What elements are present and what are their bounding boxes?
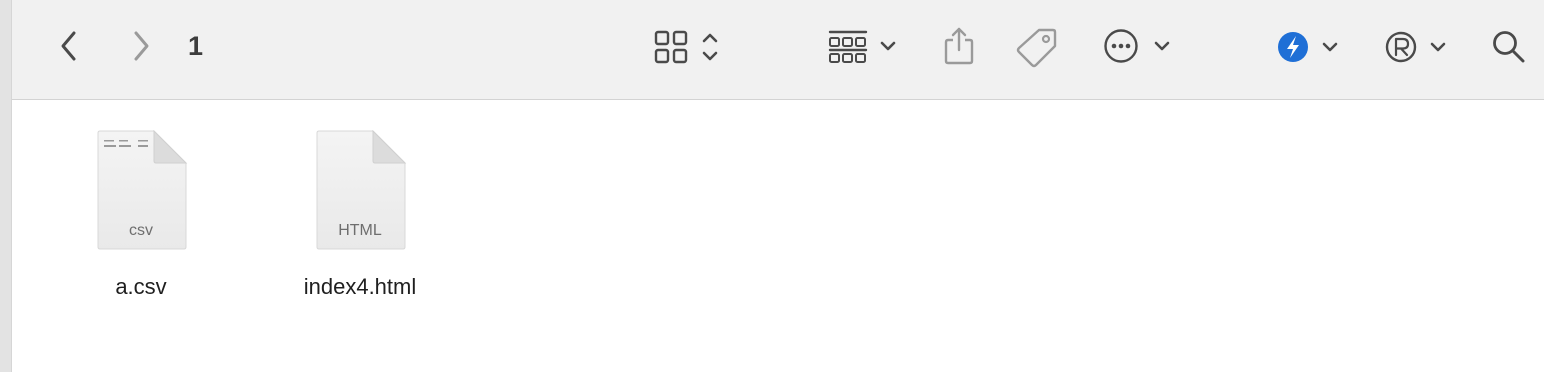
view-mode-button[interactable] — [648, 26, 728, 68]
group-by-button[interactable] — [824, 26, 904, 68]
file-browser-content: csv a.csv HTML index4.html — [12, 100, 1544, 372]
file-type-label: HTML — [338, 222, 382, 239]
back-button[interactable] — [50, 26, 88, 66]
chevron-right-icon — [134, 31, 149, 61]
csv-file-icon: csv — [94, 130, 188, 252]
search-button[interactable] — [1488, 26, 1530, 68]
chevron-left-icon — [61, 31, 76, 61]
forward-button[interactable] — [122, 26, 160, 66]
group-by-icon — [828, 30, 896, 63]
window-title: 1 — [188, 31, 204, 61]
tags-button[interactable] — [1014, 24, 1060, 70]
file-item-index4-html[interactable]: HTML index4.html — [280, 130, 440, 300]
r-circle-icon — [1385, 31, 1446, 63]
file-type-label: csv — [129, 222, 153, 239]
extension-r-button[interactable] — [1384, 26, 1460, 68]
window-left-edge — [0, 0, 12, 372]
file-name: index4.html — [303, 274, 417, 299]
actions-button[interactable] — [1100, 24, 1182, 68]
file-item-a-csv[interactable]: csv a.csv — [61, 130, 221, 300]
bolt-icon — [1278, 32, 1338, 62]
grid-view-icon — [654, 30, 718, 64]
html-file-icon: HTML — [313, 130, 407, 252]
more-actions-icon — [1104, 29, 1170, 63]
tag-icon — [1016, 28, 1057, 68]
finder-window: 1 csv a.csv HTML index4.html — [0, 0, 1544, 372]
extension-bolt-button[interactable] — [1276, 26, 1352, 68]
share-button[interactable] — [938, 24, 980, 68]
toolbar: 1 — [12, 0, 1544, 100]
search-icon — [1493, 31, 1525, 63]
file-name: a.csv — [115, 274, 167, 299]
share-icon — [944, 27, 974, 65]
